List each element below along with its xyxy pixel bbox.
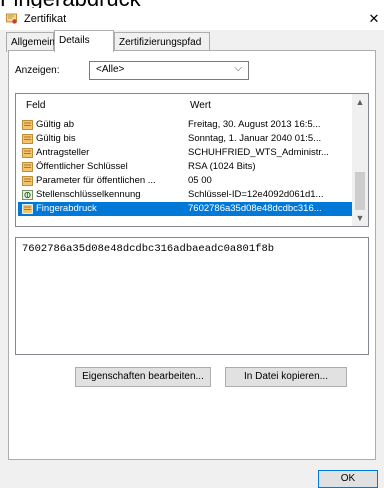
table-row-selected[interactable]: Fingerabdruck 7602786a35d08e48dcdbc316..… [18, 202, 354, 216]
extension-icon [22, 190, 33, 200]
scroll-down-icon[interactable]: ▼ [352, 210, 368, 226]
chevron-down-icon: ⌵ [234, 63, 242, 74]
show-dropdown-value: <Alle> [96, 64, 125, 75]
row-value: Schlüssel-ID=12e4092d061d1... [188, 189, 324, 200]
tab-certification-path[interactable]: Zertifizierungspfad [114, 32, 210, 52]
certificate-field-icon [22, 134, 33, 144]
column-header-field[interactable]: Feld [26, 100, 45, 111]
row-field: Parameter für öffentlichen ... [36, 175, 156, 186]
row-field: Antragsteller [36, 147, 90, 158]
table-row[interactable]: Öffentlicher Schlüssel RSA (1024 Bits) [18, 160, 354, 174]
row-field: Gültig ab [36, 119, 75, 130]
table-row[interactable]: Parameter für öffentlichen ... 05 00 [18, 174, 354, 188]
certificate-icon [6, 13, 18, 25]
title-bar: Zertifikat ✕ [0, 8, 384, 30]
table-row[interactable]: Gültig bis Sonntag, 1. Januar 2040 01:5.… [18, 132, 354, 146]
details-panel: Anzeigen: <Alle> ⌵ Feld Wert Gültig ab F… [8, 50, 376, 460]
column-header-value[interactable]: Wert [190, 100, 211, 111]
show-dropdown[interactable]: <Alle> ⌵ [89, 61, 249, 80]
table-row[interactable]: Gültig ab Freitag, 30. August 2013 16:5.… [18, 118, 354, 132]
certificate-field-icon [22, 120, 33, 130]
row-value: 05 00 [188, 175, 212, 186]
scroll-up-icon[interactable]: ▲ [352, 94, 368, 110]
value-detail-box[interactable]: 7602786a35d08e48dcdbc316adbaeadc0a801f8b [15, 237, 369, 355]
row-field: Stellenschlüsselkennung [36, 189, 141, 200]
show-label: Anzeigen: [15, 65, 60, 76]
scroll-thumb[interactable] [355, 172, 365, 210]
ok-button[interactable]: OK [318, 470, 378, 488]
row-field: Öffentlicher Schlüssel [36, 161, 128, 172]
copy-to-file-button[interactable]: In Datei kopieren... [225, 367, 347, 387]
row-value: Sonntag, 1. Januar 2040 01:5... [188, 133, 322, 144]
row-field: Gültig bis [36, 133, 76, 144]
close-icon[interactable]: ✕ [364, 8, 384, 30]
certificate-field-icon [22, 176, 33, 186]
table-row[interactable]: Stellenschlüsselkennung Schlüssel-ID=12e… [18, 188, 354, 202]
row-value: RSA (1024 Bits) [188, 161, 256, 172]
tab-details[interactable]: Details [54, 30, 114, 52]
table-row[interactable]: Antragsteller SCHUHFRIED_WTS_Administr..… [18, 146, 354, 160]
certificate-dialog: Zertifikat ✕ Allgemein Details Zertifizi… [0, 8, 384, 488]
certificate-field-icon [22, 204, 33, 214]
row-value: SCHUHFRIED_WTS_Administr... [188, 147, 329, 158]
value-detail-text: 7602786a35d08e48dcdbc316adbaeadc0a801f8b [22, 243, 275, 255]
fields-list[interactable]: Feld Wert Gültig ab Freitag, 30. August … [15, 93, 369, 227]
certificate-field-icon [22, 162, 33, 172]
tab-general[interactable]: Allgemein [6, 32, 55, 52]
row-value: 7602786a35d08e48dcdbc316... [188, 203, 322, 214]
list-scrollbar[interactable]: ▲ ▼ [352, 94, 368, 226]
window-title: Zertifikat [24, 13, 67, 25]
edit-properties-button[interactable]: Eigenschaften bearbeiten... [75, 367, 211, 387]
row-value: Freitag, 30. August 2013 16:5... [188, 119, 321, 130]
certificate-field-icon [22, 148, 33, 158]
row-field: Fingerabdruck [36, 203, 97, 214]
